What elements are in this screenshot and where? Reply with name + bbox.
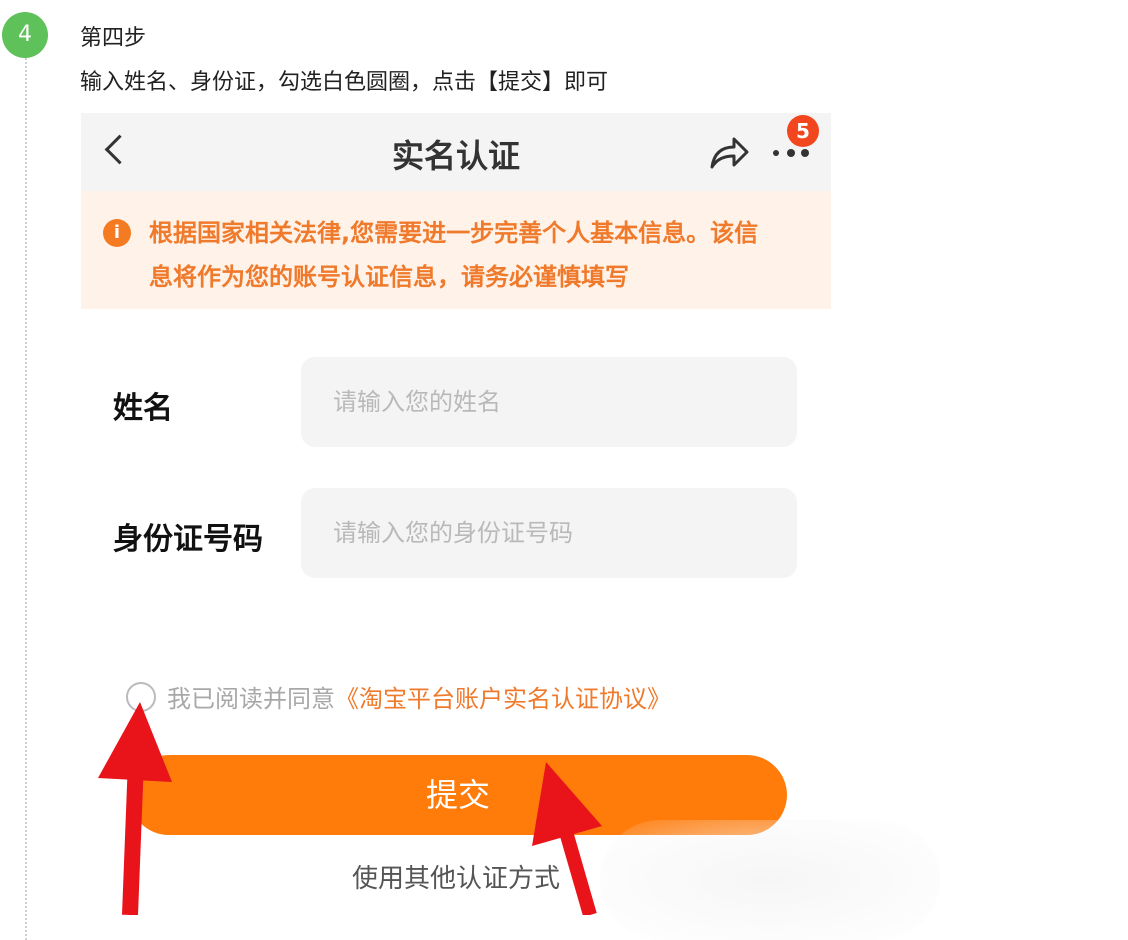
- navbar: 实名认证 5: [81, 113, 831, 191]
- notice-text: 根据国家相关法律,您需要进一步完善个人基本信息。该信 息将作为您的账号认证信息，…: [149, 211, 799, 299]
- agreement-prefix: 我已阅读并同意: [167, 685, 335, 713]
- step-description: 输入姓名、身份证，勾选白色圆圈，点击【提交】即可: [80, 70, 609, 95]
- blur-overlay: [600, 820, 940, 940]
- notice-line-2: 息将作为您的账号认证信息，请务必谨慎填写: [149, 263, 629, 291]
- agreement-text: 我已阅读并同意《淘宝平台账户实名认证协议》: [167, 679, 671, 714]
- name-field-box: [301, 357, 797, 447]
- agreement-link[interactable]: 《淘宝平台账户实名认证协议》: [335, 685, 671, 713]
- timeline-line: [25, 58, 27, 940]
- id-number-label: 身份证号码: [113, 522, 263, 557]
- app-screenshot: 实名认证 5 i 根据国家相关法律,您需要进一步完善个人基本信息。该信 息将作为…: [81, 113, 831, 913]
- info-icon: i: [103, 219, 131, 247]
- step-title: 第四步: [80, 26, 147, 51]
- notification-badge: 5: [787, 115, 819, 147]
- id-field-box: [301, 488, 797, 578]
- share-icon[interactable]: [708, 135, 750, 171]
- name-input[interactable]: [301, 357, 797, 447]
- red-arrow-to-radio: [98, 702, 172, 915]
- notice-line-1: 根据国家相关法律,您需要进一步完善个人基本信息。该信: [149, 219, 759, 247]
- notice-banner: i 根据国家相关法律,您需要进一步完善个人基本信息。该信 息将作为您的账号认证信…: [81, 191, 831, 309]
- more-icon[interactable]: [773, 149, 813, 159]
- name-label: 姓名: [113, 391, 173, 426]
- step-number-badge: 4: [2, 12, 48, 58]
- red-arrow-to-submit: [532, 762, 602, 915]
- id-number-input[interactable]: [301, 488, 797, 578]
